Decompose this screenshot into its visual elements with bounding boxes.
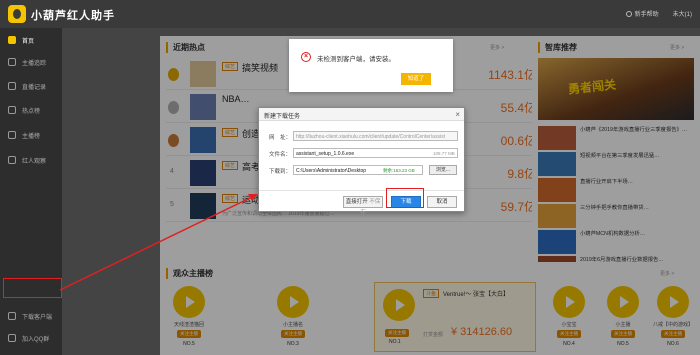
dialog-title: 新建下载任务 [259, 108, 464, 121]
error-icon: × [301, 52, 311, 62]
title-bar: 小葫芦红人助手 新手帮助 未大(1) [0, 0, 700, 28]
sidebar: 首页 主播追踪 直播记录 热点榜 主播榜 红人观察 下载客户端 加入QQ群 [0, 28, 62, 355]
sidebar-item-anchor-track[interactable]: 主播追踪 [0, 50, 62, 74]
sidebar-item-live-record[interactable]: 直播记录 [0, 74, 62, 98]
top-actions: 新手帮助 未大(1) [625, 9, 692, 18]
sidebar-item-anchor-rank[interactable]: 主播榜 [0, 123, 62, 147]
file-size: 108.77 MB [433, 151, 455, 156]
sidebar-item-home[interactable]: 首页 [0, 28, 62, 52]
alert-ok-button[interactable]: 知道了 [401, 73, 431, 85]
home-icon [8, 36, 16, 44]
sidebar-item-red-observe[interactable]: 红人观察 [0, 148, 62, 172]
free-space: 剩余:163.23 GB [383, 168, 415, 173]
cancel-button[interactable]: 取消 [427, 196, 457, 208]
sidebar-join-qq[interactable]: 加入QQ群 [0, 326, 62, 350]
url-label: 网 址： [269, 135, 292, 141]
dialog-divider [259, 190, 464, 191]
sidebar-download-client[interactable]: 下载客户端 [0, 304, 62, 328]
filename-label: 文件名： [269, 152, 292, 158]
alert-message: 未检测到客户端，请安装。 [317, 56, 395, 63]
url-field[interactable]: http://liuzhou-client.xiaohulu.com/clien… [293, 131, 458, 141]
qq-icon [8, 334, 16, 342]
record-icon [8, 82, 16, 90]
alert-dialog: × 未检测到客户端，请安装。 知道了 [289, 39, 453, 92]
download-dialog: 新建下载任务 × 网 址： http://liuzhou-client.xiao… [258, 107, 465, 216]
track-icon [8, 58, 16, 66]
help-link[interactable]: 新手帮助 [625, 9, 659, 18]
rank-icon [8, 131, 16, 139]
sidebar-item-hot[interactable]: 热点榜 [0, 98, 62, 122]
help-icon [625, 11, 632, 18]
path-label: 下载到： [269, 169, 292, 175]
close-icon[interactable]: × [455, 110, 460, 119]
monitor-icon [8, 312, 16, 320]
download-button-highlight [386, 188, 424, 208]
browse-button[interactable]: 浏览... [429, 165, 457, 175]
observe-icon [8, 156, 16, 164]
open-directly-button[interactable]: 直接打开 不保存 [343, 196, 383, 216]
download-client-highlight [3, 278, 62, 298]
user-menu[interactable]: 未大(1) [673, 9, 692, 18]
fire-icon [8, 106, 16, 114]
app-title: 小葫芦红人助手 [31, 10, 115, 22]
app-logo [8, 5, 26, 23]
